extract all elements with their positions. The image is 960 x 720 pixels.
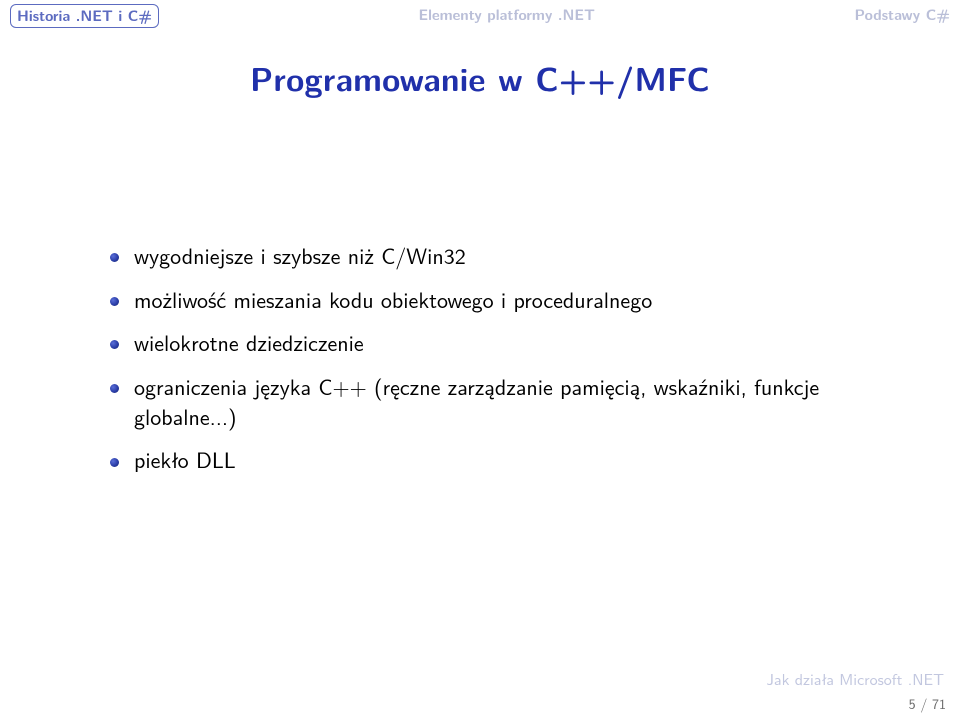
list-item: piekło DLL xyxy=(110,445,850,475)
nav-tab-center[interactable]: Elementy platformy .NET xyxy=(418,4,595,25)
page-counter: 5 / 71 xyxy=(909,694,946,714)
nav-tab-right[interactable]: Podstawy C# xyxy=(855,4,950,25)
footer-source: Jak działa Microsoft .NET xyxy=(766,667,944,690)
bullet-list: wygodniejsze i szybsze niż C/Win32 możli… xyxy=(110,241,960,475)
nav-bar: Historia .NET i C# Elementy platformy .N… xyxy=(0,0,960,28)
list-item: ograniczenia języka C++ (ręczne zarządza… xyxy=(110,372,850,431)
slide-body: wygodniejsze i szybsze niż C/Win32 możli… xyxy=(0,241,960,475)
list-item: możliwość mieszania kodu obiektowego i p… xyxy=(110,285,850,315)
list-item: wielokrotne dziedziczenie xyxy=(110,328,850,358)
nav-tab-active[interactable]: Historia .NET i C# xyxy=(10,4,159,28)
list-item: wygodniejsze i szybsze niż C/Win32 xyxy=(110,241,850,271)
slide-title: Programowanie w C++/MFC xyxy=(0,54,960,101)
